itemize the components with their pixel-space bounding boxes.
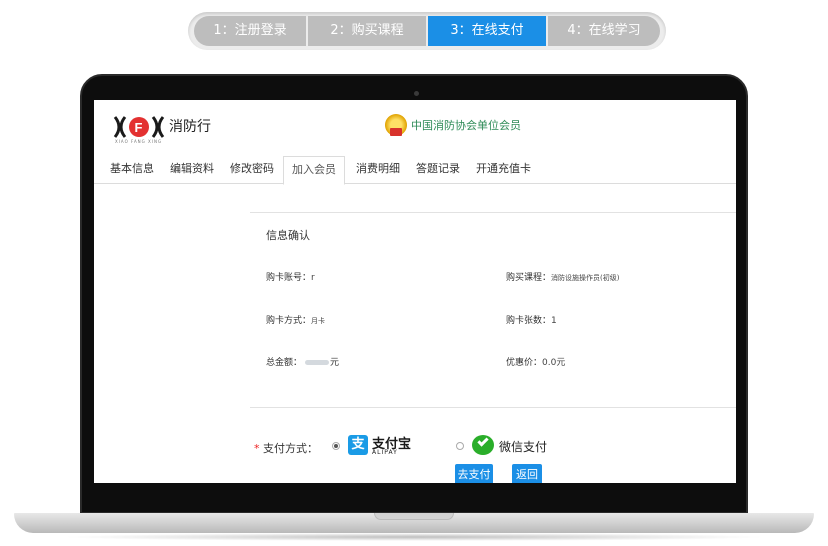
tab-answer-records[interactable]: 答题记录 [408, 156, 468, 184]
tab-consumption-details[interactable]: 消费明细 [348, 156, 408, 184]
card-count-value: 1 [551, 316, 557, 326]
step-progress-bar: 1：注册登录 2：购买课程 3：在线支付 4：在线学习 [188, 12, 666, 50]
camera-dot [414, 91, 419, 96]
discount-label: 优惠价： [506, 358, 543, 368]
card-account-field: 购卡账号：r [266, 270, 315, 283]
member-text: 中国消防协会单位会员 [411, 119, 521, 132]
card-account-value: r [311, 273, 315, 283]
card-count-label: 购卡张数： [506, 316, 552, 326]
logo-text: 消防行 [169, 119, 211, 135]
course-field: 购买课程：消防设施操作员(初级) [506, 270, 619, 283]
back-button[interactable]: 返回 [512, 464, 542, 483]
emblem-ribbon [390, 128, 402, 136]
card-count-field: 购卡张数：1 [506, 313, 557, 326]
page: 1：注册登录 2：购买课程 3：在线支付 4：在线学习 F 消防行 XIAO F… [0, 0, 828, 546]
step-online-learning[interactable]: 4：在线学习 [548, 16, 660, 46]
tab-change-password[interactable]: 修改密码 [222, 156, 282, 184]
panel-title: 信息确认 [266, 229, 310, 242]
alipay-radio[interactable] [332, 442, 340, 450]
account-tabs: 基本信息 编辑资料 修改密码 加入会员 消费明细 答题记录 开通充值卡 [94, 156, 736, 185]
svg-text:F: F [135, 120, 143, 135]
payment-method-label: * 支付方式： [254, 442, 318, 455]
total-amount-unit: 元 [330, 358, 340, 368]
total-amount-label: 总金额： [266, 358, 303, 368]
required-mark: * [254, 442, 260, 455]
alipay-icon[interactable]: 支 [348, 435, 368, 455]
payment-method-row: * 支付方式： 支 支付宝 ALIPAY 微信支付 [254, 430, 734, 460]
pay-button[interactable]: 去支付 [455, 464, 493, 483]
wechat-pay-label[interactable]: 微信支付 [499, 438, 547, 455]
total-amount-redacted [305, 360, 330, 365]
total-amount-field: 总金额： 元 [266, 355, 339, 368]
purchase-method-value: 月卡 [311, 317, 326, 325]
purchase-method-label: 购卡方式： [266, 316, 312, 326]
step-online-payment[interactable]: 3：在线支付 [428, 16, 546, 46]
step-buy-course[interactable]: 2：购买课程 [308, 16, 426, 46]
purchase-method-field: 购卡方式：月卡 [266, 313, 325, 326]
wechat-pay-radio[interactable] [456, 442, 464, 450]
xfx-logo-icon: F [113, 116, 165, 138]
laptop-shadow [60, 533, 768, 541]
laptop-base-notch [374, 513, 454, 520]
card-account-label: 购卡账号： [266, 273, 312, 283]
logo-subtext: XIAO FANG XING [115, 139, 163, 144]
tab-join-member[interactable]: 加入会员 [283, 156, 345, 185]
tab-basic-info[interactable]: 基本信息 [102, 156, 162, 184]
course-label: 购买课程： [506, 273, 552, 283]
discount-value: 0.0元 [542, 358, 566, 368]
info-confirm-panel: 信息确认 购卡账号：r 购买课程：消防设施操作员(初级) 购卡方式：月卡 购卡张… [250, 212, 736, 408]
step-register-login[interactable]: 1：注册登录 [194, 16, 306, 46]
discount-field: 优惠价：0.0元 [506, 355, 565, 368]
tab-recharge-card[interactable]: 开通充值卡 [468, 156, 539, 184]
alipay-sublabel: ALIPAY [372, 449, 398, 456]
laptop-base [14, 513, 814, 533]
course-value: 消防设施操作员(初级) [551, 274, 620, 282]
tab-edit-profile[interactable]: 编辑资料 [162, 156, 222, 184]
laptop-screen: F 消防行 XIAO FANG XING 中国消防协会单位会员 基本信息 编辑资… [94, 100, 736, 483]
laptop-frame: F 消防行 XIAO FANG XING 中国消防协会单位会员 基本信息 编辑资… [80, 74, 748, 514]
site-logo[interactable]: F 消防行 XIAO FANG XING [113, 112, 233, 144]
